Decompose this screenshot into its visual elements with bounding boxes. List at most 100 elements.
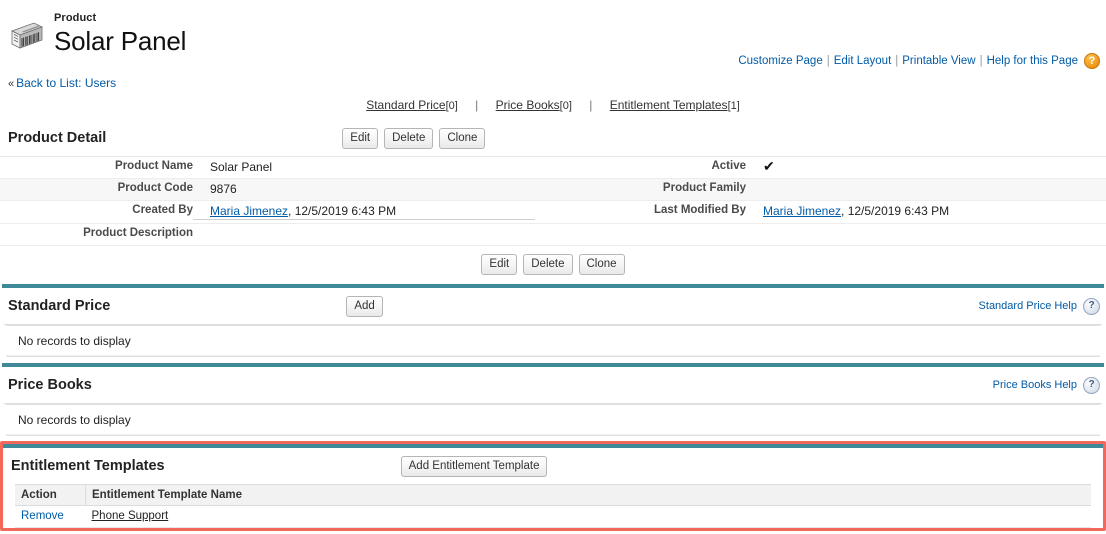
- field-product-name: Product Name Solar Panel: [0, 157, 553, 177]
- help-icon[interactable]: ?: [1084, 53, 1100, 69]
- quicklink-price-books[interactable]: Price Books: [496, 98, 560, 112]
- chevron-left-icon: «: [8, 78, 15, 90]
- delete-button-top[interactable]: Delete: [384, 127, 434, 149]
- price-books-help: Price Books Help ?: [993, 376, 1100, 394]
- delete-button-bottom[interactable]: Delete: [523, 254, 573, 275]
- column-header-action: Action: [15, 484, 86, 506]
- page-title: Solar Panel: [54, 26, 187, 56]
- quicklink-separator-1: |: [475, 98, 479, 112]
- field-value-created-by: Maria Jimenez, 12/5/2019 6:43 PM: [193, 204, 535, 220]
- barcode-product-icon: [8, 17, 46, 55]
- link-separator-1: |: [826, 55, 830, 67]
- cell-action: Remove: [15, 505, 86, 528]
- product-detail-section: Product Detail Edit Delete Clone Product…: [0, 120, 1106, 284]
- price-books-section: Price Books Price Books Help ? No record…: [0, 363, 1106, 436]
- field-value-product-code: 9876: [210, 182, 237, 196]
- standard-price-header: Standard Price Add Standard Price Help ?: [0, 288, 1106, 324]
- entitlement-templates-table: Action Entitlement Template Name Remove …: [15, 484, 1091, 528]
- clone-button-bottom[interactable]: Clone: [578, 254, 625, 275]
- entitlement-templates-actions: Add Entitlement Template: [400, 455, 548, 477]
- entitlement-template-name-link[interactable]: Phone Support: [92, 510, 169, 522]
- product-detail-actions-bottom: Edit Delete Clone: [0, 246, 1106, 284]
- last-modified-by-user-link[interactable]: Maria Jimenez: [763, 204, 841, 218]
- field-value-product-family: [746, 182, 1106, 194]
- field-label-product-family: Product Family: [662, 182, 746, 194]
- add-entitlement-template-button[interactable]: Add Entitlement Template: [400, 455, 548, 477]
- entitlement-templates-title: Entitlement Templates: [11, 458, 165, 474]
- field-value-last-modified-by: Maria Jimenez, 12/5/2019 6:43 PM: [746, 204, 1106, 218]
- field-value-product-description: [193, 227, 553, 239]
- column-header-entitlement-template-name: Entitlement Template Name: [85, 484, 1091, 506]
- entitlement-templates-section: Entitlement Templates Add Entitlement Te…: [0, 441, 1106, 531]
- field-product-code: Product Code 9876: [0, 179, 553, 199]
- record-type-label: Product: [54, 12, 97, 24]
- standard-price-help-icon[interactable]: ?: [1083, 297, 1100, 315]
- quicklink-entitlement-templates-count: [1]: [727, 100, 740, 112]
- standard-price-help: Standard Price Help ?: [979, 297, 1100, 315]
- field-last-modified-by: Last Modified By Maria Jimenez, 12/5/201…: [553, 201, 1106, 221]
- page-utility-links: Customize Page | Edit Layout | Printable…: [738, 53, 1100, 69]
- field-empty-right: [553, 224, 1106, 230]
- price-books-help-icon[interactable]: ?: [1083, 376, 1100, 394]
- product-detail-header: Product Detail Edit Delete Clone: [0, 120, 1106, 156]
- quicklink-standard-price-count: [0]: [445, 100, 458, 112]
- quicklink-separator-2: |: [589, 98, 593, 112]
- link-separator-2: |: [895, 55, 899, 67]
- edit-button-bottom[interactable]: Edit: [481, 254, 518, 275]
- remove-link[interactable]: Remove: [21, 510, 64, 522]
- detail-row-product-description: Product Description: [0, 224, 1106, 246]
- standard-price-body: No records to display: [4, 324, 1102, 357]
- quicklink-standard-price[interactable]: Standard Price: [366, 98, 445, 112]
- link-separator-3: |: [979, 55, 983, 67]
- back-to-list: «Back to List: Users: [0, 70, 1106, 92]
- field-created-by: Created By Maria Jimenez, 12/5/2019 6:43…: [0, 201, 553, 223]
- field-label-product-code: Product Code: [117, 182, 193, 194]
- product-detail-page: Product Solar Panel Customize Page | Edi…: [0, 0, 1106, 534]
- clone-button-top[interactable]: Clone: [439, 127, 486, 149]
- related-list-quick-links: Standard Price[0] | Price Books[0] | Ent…: [0, 92, 1106, 120]
- product-detail-title: Product Detail: [8, 130, 107, 146]
- standard-price-help-link[interactable]: Standard Price Help: [979, 300, 1077, 312]
- section-gap-2: [0, 436, 1106, 439]
- standard-price-actions: Add: [346, 295, 383, 317]
- price-books-empty-message: No records to display: [6, 404, 1100, 436]
- product-detail-actions-top: Edit Delete Clone: [342, 127, 486, 149]
- field-label-product-description: Product Description: [83, 227, 193, 239]
- table-row: Remove Phone Support: [15, 505, 1091, 528]
- price-books-body: No records to display: [4, 403, 1102, 436]
- standard-price-section: Standard Price Add Standard Price Help ?…: [0, 284, 1106, 357]
- cell-entitlement-template-name: Phone Support: [85, 505, 1091, 528]
- created-by-timestamp: , 12/5/2019 6:43 PM: [288, 204, 397, 218]
- printable-view-link[interactable]: Printable View: [902, 55, 975, 67]
- record-header: Product Solar Panel Customize Page | Edi…: [0, 0, 1106, 70]
- price-books-help-link[interactable]: Price Books Help: [993, 379, 1077, 391]
- edit-layout-link[interactable]: Edit Layout: [834, 55, 892, 67]
- field-product-family: Product Family: [553, 179, 1106, 197]
- back-to-list-link[interactable]: Back to List: Users: [16, 76, 116, 90]
- field-active: Active ✔: [553, 157, 1106, 176]
- quicklink-entitlement-templates[interactable]: Entitlement Templates: [610, 98, 728, 112]
- field-label-last-modified-by: Last Modified By: [653, 204, 746, 216]
- price-books-title: Price Books: [8, 377, 92, 393]
- detail-row-product-code: Product Code 9876 Product Family: [0, 179, 1106, 201]
- field-label-created-by: Created By: [132, 204, 193, 216]
- help-for-this-page-link[interactable]: Help for this Page: [987, 55, 1078, 67]
- entitlement-templates-header: Entitlement Templates Add Entitlement Te…: [3, 448, 1103, 484]
- standard-price-empty-message: No records to display: [6, 325, 1100, 357]
- add-standard-price-button[interactable]: Add: [346, 295, 383, 317]
- field-product-description: Product Description: [0, 224, 553, 242]
- table-header-row: Action Entitlement Template Name: [15, 484, 1091, 506]
- product-detail-fields: Product Name Solar Panel Active ✔ Produc…: [0, 156, 1106, 246]
- field-value-active-checkmark-icon: ✔: [763, 158, 775, 174]
- field-value-product-name: Solar Panel: [210, 160, 273, 174]
- customize-page-link[interactable]: Customize Page: [738, 55, 822, 67]
- quicklink-price-books-count: [0]: [559, 100, 572, 112]
- price-books-header: Price Books Price Books Help ?: [0, 367, 1106, 403]
- field-label-active: Active: [711, 160, 746, 172]
- detail-row-created-by: Created By Maria Jimenez, 12/5/2019 6:43…: [0, 201, 1106, 224]
- detail-row-product-name: Product Name Solar Panel Active ✔: [0, 157, 1106, 179]
- field-label-product-name: Product Name: [115, 160, 193, 172]
- edit-button-top[interactable]: Edit: [342, 127, 379, 149]
- last-modified-by-timestamp: , 12/5/2019 6:43 PM: [841, 204, 950, 218]
- created-by-user-link[interactable]: Maria Jimenez: [210, 204, 288, 218]
